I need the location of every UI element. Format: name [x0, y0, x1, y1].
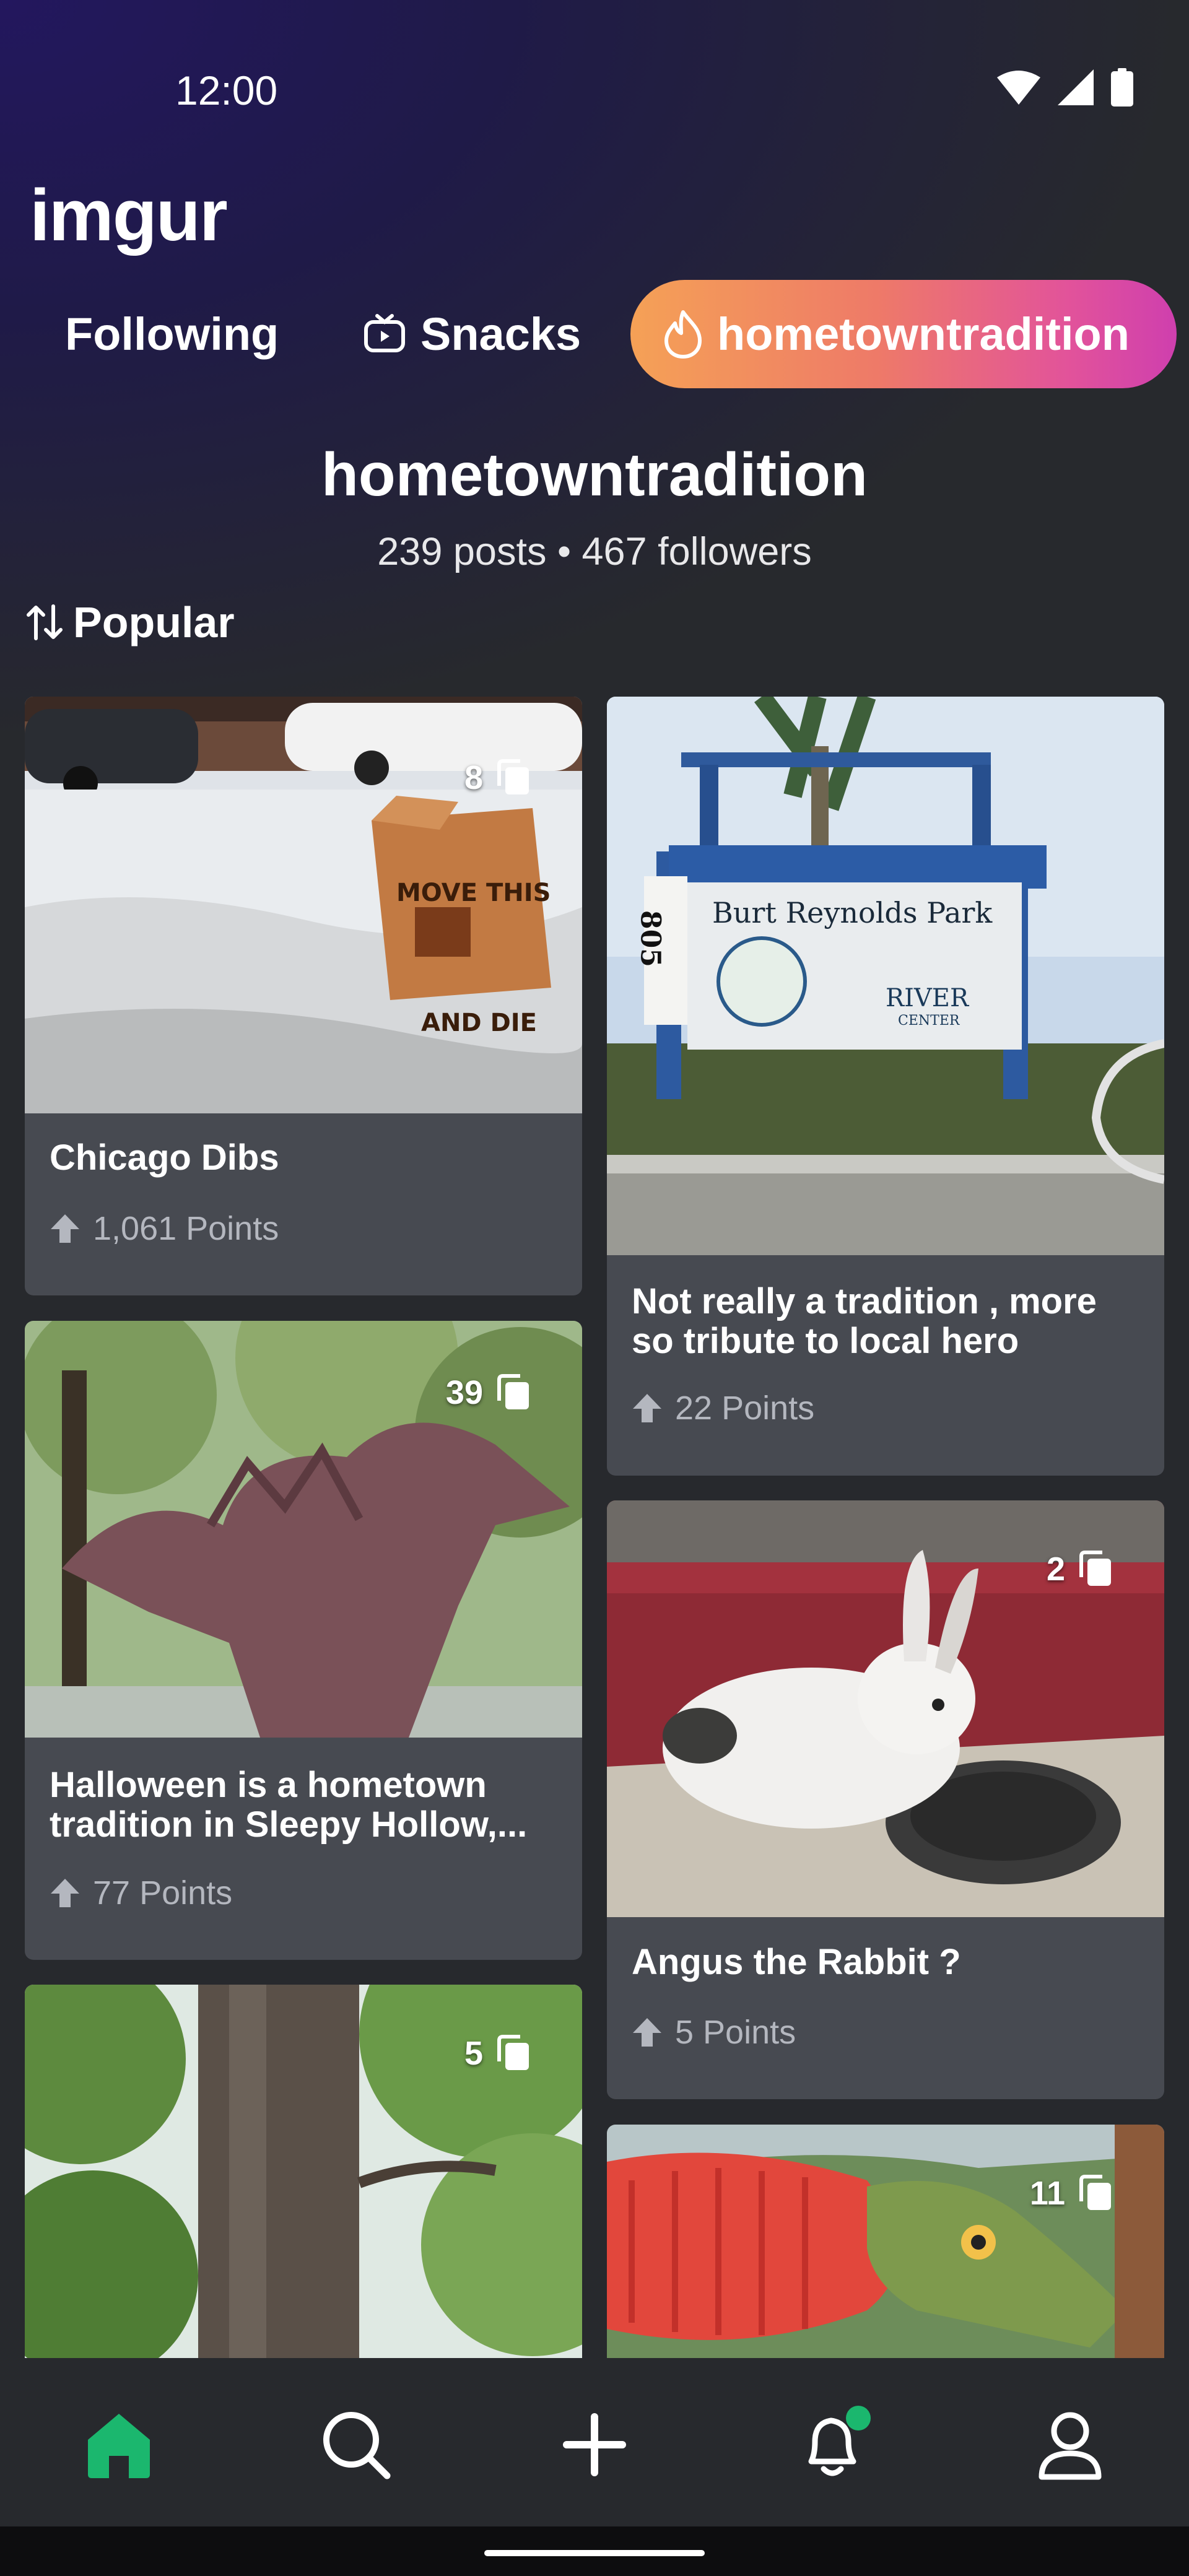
tab-snacks-label: Snacks: [420, 308, 581, 360]
wifi-icon: [997, 71, 1040, 105]
tab-bar: Following Snacks hometowntradition: [0, 280, 1189, 388]
tab-hometowntradition-label: hometowntradition: [717, 308, 1130, 360]
gallery-stack-icon: [497, 1374, 529, 1409]
cell-signal-icon: [1058, 69, 1094, 105]
image-count-value: 39: [445, 1374, 483, 1411]
nav-home[interactable]: [76, 2401, 162, 2488]
image-count-value: 5: [464, 2035, 483, 2072]
nav-create[interactable]: [551, 2401, 638, 2488]
upvote-icon: [633, 1394, 661, 1422]
post-points-value: 77 Points: [93, 1874, 233, 1912]
bottom-nav: [0, 2358, 1189, 2526]
tab-following-label: Following: [65, 308, 279, 360]
battery-icon: [1111, 68, 1133, 107]
post-points-value: 22 Points: [675, 1390, 815, 1427]
sort-button[interactable]: Popular: [25, 598, 235, 647]
post-points-value: 5 Points: [675, 2014, 796, 2051]
sort-label: Popular: [73, 598, 235, 646]
post-card[interactable]: MOVE THIS AND DIE 8 Chicago Dibs 1,061 P…: [25, 697, 582, 1295]
bell-icon: [808, 2406, 871, 2476]
image-count: 2: [1047, 1550, 1115, 1588]
image-count: 39: [446, 1373, 533, 1412]
upvote-icon: [633, 2018, 661, 2047]
river-text: RIVER: [886, 984, 970, 1012]
image-count: 5: [464, 2034, 533, 2073]
post-points: 5 Points: [632, 2013, 796, 2052]
gallery-stack-icon: [497, 2035, 529, 2070]
post-title: Angus the Rabbit ?: [632, 1942, 961, 1982]
upvote-icon: [51, 1879, 79, 1907]
gallery-stack-icon: [497, 759, 529, 794]
post-card[interactable]: 805 Burt Reynolds Park RIVER CENTER Not …: [607, 697, 1164, 1476]
tab-snacks[interactable]: Snacks: [362, 280, 581, 388]
post-points-value: 1,061 Points: [93, 1210, 279, 1247]
box-text-top: MOVE THIS: [396, 879, 551, 907]
snacks-tv-icon: [364, 313, 405, 352]
park-number: 805: [635, 910, 666, 967]
post-image: [607, 2125, 1164, 2358]
image-count-value: 2: [1046, 1551, 1065, 1588]
post-points: 77 Points: [50, 1874, 232, 1912]
post-title: Chicago Dibs: [50, 1138, 279, 1178]
nav-profile[interactable]: [1027, 2401, 1113, 2488]
user-icon: [1039, 2412, 1102, 2480]
tab-hometowntradition[interactable]: hometowntradition: [630, 280, 1177, 388]
post-image: 805 Burt Reynolds Park RIVER CENTER: [607, 697, 1164, 1255]
gallery-stack-icon: [1079, 1551, 1111, 1586]
post-card[interactable]: 2 Angus the Rabbit ? 5 Points: [607, 1500, 1164, 2099]
nav-notifications[interactable]: [790, 2401, 876, 2488]
flame-icon: [664, 310, 702, 359]
plus-icon: [563, 2413, 626, 2476]
image-count: 11: [1030, 2174, 1115, 2213]
box-text-bottom: AND DIE: [421, 1009, 537, 1037]
post-title: Halloween is a hometown tradition in Sle…: [50, 1765, 528, 1845]
upvote-icon: [51, 1214, 79, 1243]
home-gesture-handle[interactable]: [484, 2550, 705, 2556]
tag-stats: 239 posts • 467 followers: [377, 530, 812, 573]
image-count-value: 8: [464, 759, 483, 796]
imgur-logo[interactable]: imgur: [30, 173, 228, 258]
post-card[interactable]: 39 Halloween is a hometown tradition in …: [25, 1321, 582, 1960]
home-icon: [88, 2414, 150, 2478]
image-count-value: 11: [1029, 2175, 1065, 2212]
search-icon: [323, 2412, 391, 2479]
notification-badge: [846, 2406, 871, 2430]
nav-search[interactable]: [313, 2401, 399, 2488]
post-card[interactable]: 11: [607, 2125, 1164, 2358]
tag-title: hometowntradition: [321, 440, 868, 508]
post-points: 1,061 Points: [50, 1209, 279, 1248]
post-card[interactable]: 5: [25, 1985, 582, 2358]
tab-following[interactable]: Following: [65, 280, 279, 388]
status-icons: [997, 68, 1133, 107]
image-count: 8: [464, 759, 533, 797]
status-time: 12:00: [175, 67, 278, 113]
park-sign-text: Burt Reynolds Park: [712, 896, 993, 929]
gallery-stack-icon: [1079, 2175, 1111, 2210]
post-title: Not really a tradition , more so tribute…: [632, 1281, 1097, 1361]
post-points: 22 Points: [632, 1389, 814, 1427]
center-text: CENTER: [898, 1013, 960, 1029]
sort-arrows-icon: [27, 604, 63, 640]
